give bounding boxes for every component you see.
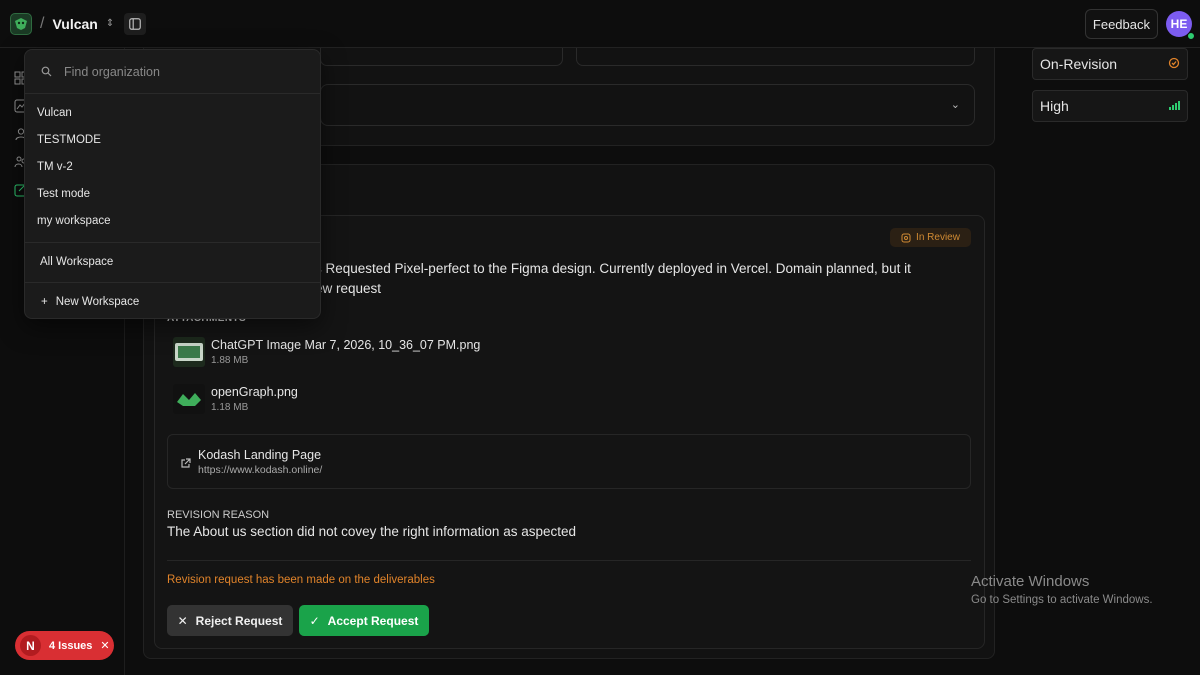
attachment-size: 1.88 MB xyxy=(211,355,249,366)
windows-activation-watermark: Activate Windows Go to Settings to activ… xyxy=(971,573,1153,606)
org-search-bar xyxy=(25,50,320,94)
signal-bars-icon xyxy=(1168,98,1180,114)
org-search-input[interactable] xyxy=(64,64,284,79)
divider xyxy=(25,242,320,243)
status-badge-label: In Review xyxy=(916,232,960,243)
issues-badge[interactable]: N 4 Issues ✕ xyxy=(15,631,114,660)
breadcrumb-separator: / xyxy=(40,14,45,32)
link-card[interactable]: Kodash Landing Page https://www.kodash.o… xyxy=(167,434,971,489)
status-state-label: On-Revision xyxy=(1040,56,1118,72)
org-item[interactable]: Vulcan xyxy=(37,107,72,119)
attachment-size: 1.18 MB xyxy=(211,402,249,413)
watermark-title: Activate Windows xyxy=(971,573,1090,590)
sidebar-icon xyxy=(129,17,142,30)
top-bar: / Vulcan ⇕ xyxy=(0,0,1200,48)
feedback-button[interactable]: Feedback xyxy=(1084,9,1158,39)
chevron-updown-icon[interactable]: ⇕ xyxy=(106,18,114,29)
new-workspace-button[interactable]: + New Workspace xyxy=(41,296,139,308)
external-link-icon xyxy=(180,456,191,474)
attachment-item[interactable]: openGraph.png 1.18 MB xyxy=(173,384,298,414)
priority-label: High xyxy=(1040,98,1069,114)
link-title: Kodash Landing Page xyxy=(198,448,322,462)
watermark-subtitle: Go to Settings to activate Windows. xyxy=(971,594,1153,606)
image-thumbnail xyxy=(173,384,205,414)
all-workspace-item[interactable]: All Workspace xyxy=(40,256,113,268)
image-thumbnail xyxy=(173,337,205,367)
divider xyxy=(25,282,320,283)
status-state-card[interactable]: On-Revision xyxy=(1032,48,1188,80)
plus-icon: + xyxy=(41,296,48,308)
toggle-sidebar-button[interactable] xyxy=(124,12,147,35)
review-icon xyxy=(901,233,911,242)
accept-request-button[interactable]: ✓ Accept Request xyxy=(299,605,429,636)
attachment-name: openGraph.png xyxy=(211,385,298,399)
check-icon: ✓ xyxy=(309,613,320,628)
close-icon[interactable]: ✕ xyxy=(100,639,109,652)
org-item[interactable]: TM v-2 xyxy=(37,161,73,173)
online-status-dot xyxy=(1187,32,1195,40)
details-field[interactable] xyxy=(320,48,563,66)
revision-reason-text: The About us section did not covey the r… xyxy=(167,524,576,539)
org-item[interactable]: Test mode xyxy=(37,188,90,200)
org-item[interactable]: my workspace xyxy=(37,215,111,227)
revision-reason-label: REVISION REASON xyxy=(167,509,270,521)
org-item[interactable]: TESTMODE xyxy=(37,134,101,146)
attachment-name: ChatGPT Image Mar 7, 2026, 10_36_07 PM.p… xyxy=(211,338,481,352)
revision-note: Revision request has been made on the de… xyxy=(167,574,435,586)
details-field[interactable] xyxy=(576,48,975,66)
divider xyxy=(167,560,971,561)
organization-dropdown: Vulcan TESTMODE TM v-2 Test mode my work… xyxy=(24,49,321,319)
new-workspace-label: New Workspace xyxy=(55,296,140,308)
issues-label: 4 Issues xyxy=(49,639,93,652)
accept-request-label: Accept Request xyxy=(327,613,419,628)
reject-request-button[interactable]: ✕ Reject Request xyxy=(167,605,293,636)
workspace-name[interactable]: Vulcan xyxy=(52,16,97,32)
link-url[interactable]: https://www.kodash.online/ xyxy=(198,464,322,476)
status-badge: In Review xyxy=(890,228,971,247)
clock-check-icon xyxy=(1168,56,1180,72)
logo-icon[interactable] xyxy=(10,12,32,35)
close-icon: ✕ xyxy=(177,613,188,628)
priority-card[interactable]: High xyxy=(1032,90,1188,122)
chevron-down-icon: ⌄ xyxy=(950,99,960,111)
search-icon xyxy=(41,66,52,77)
details-select[interactable]: ⌄ xyxy=(320,84,975,126)
reject-request-label: Reject Request xyxy=(195,613,283,628)
next-logo-icon: N xyxy=(20,635,41,656)
attachment-item[interactable]: ChatGPT Image Mar 7, 2026, 10_36_07 PM.p… xyxy=(173,337,480,367)
